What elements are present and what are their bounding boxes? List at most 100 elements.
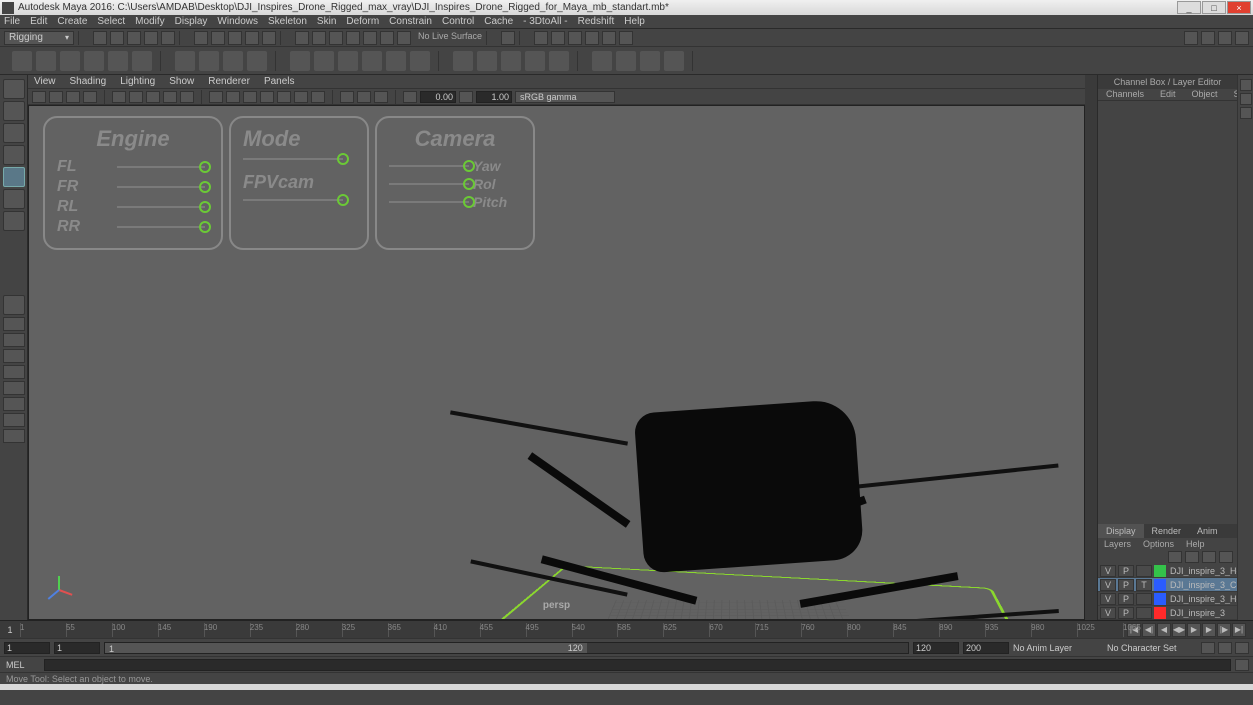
step-fwd-frame-button[interactable]: ▶ (1202, 623, 1216, 637)
layer-vis-toggle[interactable]: V (1100, 593, 1116, 605)
select-mode-icon[interactable] (194, 31, 208, 45)
shelf-ncloth-icon[interactable] (477, 51, 497, 71)
menu-edit[interactable]: Edit (30, 16, 47, 27)
command-lang-label[interactable]: MEL (0, 660, 40, 670)
shelf-skin-bind-icon[interactable] (290, 51, 310, 71)
layer-playback-toggle[interactable]: P (1118, 565, 1134, 577)
panel-select-camera-icon[interactable] (32, 91, 46, 103)
script-editor-icon[interactable] (1235, 659, 1249, 671)
construction-history-icon[interactable] (501, 31, 515, 45)
drone-model[interactable] (419, 346, 1059, 620)
panel-smooth-icon[interactable] (226, 91, 240, 103)
hud-mode-slider[interactable] (243, 158, 343, 160)
layer-move-down-icon[interactable] (1185, 551, 1199, 563)
hud-rl-slider[interactable] (117, 206, 205, 208)
layer-color-swatch[interactable] (1154, 593, 1166, 605)
live-surface-icon[interactable] (397, 31, 411, 45)
shelf-paint-weights-icon[interactable] (338, 51, 358, 71)
cb-tab-edit[interactable]: Edit (1152, 89, 1184, 100)
paint-select-tool-icon[interactable] (3, 123, 25, 143)
menu-modify[interactable]: Modify (135, 16, 164, 27)
panel-menu-renderer[interactable]: Renderer (208, 76, 250, 87)
panel-wireframe-icon[interactable] (209, 91, 223, 103)
layer-menu-options[interactable]: Options (1143, 539, 1174, 549)
shelf-field-icon[interactable] (525, 51, 545, 71)
shelf-custom-1-icon[interactable] (592, 51, 612, 71)
range-track[interactable]: 1 120 (104, 642, 909, 654)
snap-curve-icon[interactable] (312, 31, 326, 45)
step-back-frame-button[interactable]: ◀ (1157, 623, 1171, 637)
layer-type-toggle[interactable] (1136, 565, 1152, 577)
shelf-emitter-icon[interactable] (549, 51, 569, 71)
layer-row[interactable]: VPDJI_inspire_3_Helpers_ (1098, 592, 1237, 606)
hud-fl-slider[interactable] (117, 166, 205, 168)
snap-plane-icon[interactable] (346, 31, 360, 45)
maximize-button[interactable]: □ (1202, 1, 1226, 14)
snap-grid-icon[interactable] (295, 31, 309, 45)
tool-settings-toggle-icon[interactable] (1201, 31, 1215, 45)
panel-xray-joints-icon[interactable] (374, 91, 388, 103)
panel-bookmark-icon[interactable] (66, 91, 80, 103)
panel-menu-shading[interactable]: Shading (70, 76, 107, 87)
layer-tab-render[interactable]: Render (1144, 524, 1190, 538)
shelf-parent-icon[interactable] (84, 51, 104, 71)
menuset-dropdown[interactable]: Rigging ▾ (4, 31, 74, 45)
menu-control[interactable]: Control (442, 16, 474, 27)
range-end-inner[interactable]: 120 (913, 642, 959, 654)
menu-create[interactable]: Create (57, 16, 87, 27)
minimize-button[interactable]: _ (1177, 1, 1201, 14)
menu-redshift[interactable]: Redshift (578, 16, 615, 27)
menu-skin[interactable]: Skin (317, 16, 336, 27)
anim-layer-dropdown[interactable]: No Anim Layer (1013, 642, 1103, 654)
go-to-end-button[interactable]: ▶| (1232, 623, 1246, 637)
panel-grid-icon[interactable] (112, 91, 126, 103)
shelf-cluster-icon[interactable] (199, 51, 219, 71)
render-view-icon[interactable] (602, 31, 616, 45)
save-scene-icon[interactable] (127, 31, 141, 45)
layout-four-icon[interactable] (3, 317, 25, 331)
anim-prefs-icon[interactable] (1235, 642, 1249, 654)
range-start-inner[interactable]: 1 (54, 642, 100, 654)
panel-resolution-gate-icon[interactable] (146, 91, 160, 103)
layer-vis-toggle[interactable]: V (1100, 565, 1116, 577)
ipr-render-icon[interactable] (551, 31, 565, 45)
layout-single-icon[interactable] (3, 295, 25, 315)
panel-gamma-icon[interactable] (459, 91, 473, 103)
select-all-icon[interactable] (245, 31, 259, 45)
panel-lights-icon[interactable] (260, 91, 274, 103)
snap-view-icon[interactable] (380, 31, 394, 45)
shelf-custom-3-icon[interactable] (640, 51, 660, 71)
open-scene-icon[interactable] (110, 31, 124, 45)
hud-rr-slider[interactable] (117, 226, 205, 228)
select-hier-icon[interactable] (262, 31, 276, 45)
viewport-v-scrollbar[interactable] (1085, 75, 1097, 620)
layer-new-selected-icon[interactable] (1219, 551, 1233, 563)
range-end-outer[interactable]: 200 (963, 642, 1009, 654)
panel-ao-icon[interactable] (294, 91, 308, 103)
character-set-dropdown[interactable]: No Character Set (1107, 642, 1197, 654)
menu-skeleton[interactable]: Skeleton (268, 16, 307, 27)
time-slider[interactable]: 1 15510014519023528032536541045549554058… (0, 620, 1253, 638)
shelf-custom-2-icon[interactable] (616, 51, 636, 71)
timeline-ruler[interactable]: 1551001451902352803253654104554955405856… (20, 623, 1123, 637)
panel-lock-camera-icon[interactable] (49, 91, 63, 103)
hud-yaw-slider[interactable] (389, 165, 469, 167)
layout-two-h-icon[interactable] (3, 333, 25, 347)
menu-3dtoall[interactable]: - 3DtoAll - (523, 16, 567, 27)
cb-tab-object[interactable]: Object (1184, 89, 1226, 100)
rotate-tool-icon[interactable] (3, 167, 25, 187)
render-settings-icon[interactable] (568, 31, 582, 45)
channel-box-icon[interactable] (1240, 107, 1252, 119)
layer-playback-toggle[interactable]: P (1118, 607, 1134, 619)
move-tool-icon[interactable] (3, 145, 25, 165)
menu-file[interactable]: File (4, 16, 20, 27)
shelf-copy-weights-icon[interactable] (386, 51, 406, 71)
shelf-skin-detach-icon[interactable] (314, 51, 334, 71)
layout-three-icon[interactable] (3, 365, 25, 379)
layer-playback-toggle[interactable]: P (1118, 579, 1134, 591)
shelf-prune-weights-icon[interactable] (410, 51, 430, 71)
shelf-wire-icon[interactable] (223, 51, 243, 71)
layer-tab-display[interactable]: Display (1098, 524, 1144, 538)
cb-tab-channels[interactable]: Channels (1098, 89, 1152, 100)
panel-menu-lighting[interactable]: Lighting (120, 76, 155, 87)
